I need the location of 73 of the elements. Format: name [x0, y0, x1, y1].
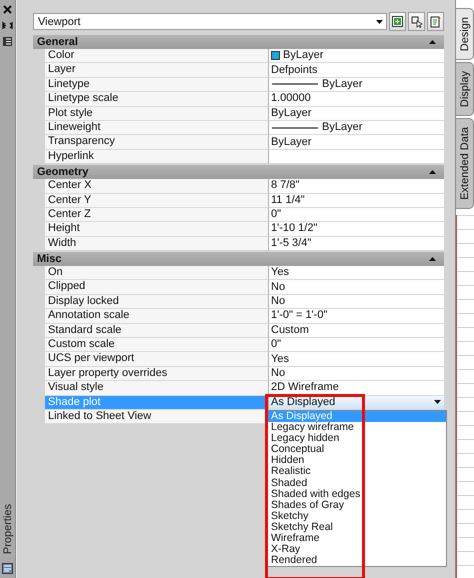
- property-value[interactable]: Custom: [269, 324, 444, 338]
- value-text: 2D Wireframe: [271, 381, 339, 394]
- property-value[interactable]: 1'-0" = 1'-0": [269, 309, 444, 324]
- value-text: Yes: [271, 352, 289, 366]
- property-label[interactable]: Lineweight: [45, 120, 269, 136]
- property-label[interactable]: Layer property overrides: [45, 366, 269, 382]
- property-label[interactable]: Linetype scale: [45, 92, 269, 107]
- value-text: ByLayer: [322, 121, 362, 134]
- side-tab[interactable]: Design: [456, 8, 474, 60]
- value-text: 0": [271, 208, 282, 222]
- value-text: As Displayed: [271, 396, 336, 409]
- property-value[interactable]: 8 7/8": [269, 179, 444, 194]
- property-label[interactable]: Clipped: [45, 280, 269, 295]
- property-value[interactable]: Yes: [269, 352, 444, 367]
- property-value[interactable]: 2D Wireframe: [269, 381, 444, 396]
- property-label[interactable]: Hyperlink: [45, 150, 269, 164]
- property-value[interactable]: Defpoints: [269, 63, 444, 78]
- property-value[interactable]: 1'-5 3/4": [269, 236, 444, 252]
- property-label[interactable]: Center Y: [45, 194, 269, 208]
- value-text: 1.00000: [271, 92, 311, 106]
- property-label[interactable]: Color: [45, 49, 269, 64]
- value-text: No: [271, 367, 286, 380]
- value-text: 1'-0" = 1'-0": [271, 309, 328, 322]
- property-label[interactable]: Height: [45, 222, 269, 237]
- property-value[interactable]: No: [269, 280, 444, 295]
- property-value[interactable]: 0": [269, 338, 444, 352]
- section-header[interactable]: General: [33, 35, 444, 49]
- section-header[interactable]: Geometry: [33, 165, 444, 180]
- value-text: ByLayer: [271, 136, 312, 149]
- property-value[interactable]: ByLayer: [269, 135, 444, 150]
- property-value[interactable]: No: [269, 294, 444, 310]
- value-text: Yes: [271, 266, 289, 280]
- property-label[interactable]: Standard scale: [45, 324, 269, 338]
- property-value[interactable]: 1.00000: [269, 92, 444, 107]
- property-label[interactable]: Visual style: [45, 381, 269, 396]
- property-label[interactable]: Center X: [45, 179, 269, 194]
- property-label[interactable]: Center Z: [45, 208, 269, 222]
- property-label[interactable]: Width: [45, 236, 269, 252]
- property-value[interactable]: 1'-10 1/2": [269, 222, 444, 237]
- property-label[interactable]: Annotation scale: [45, 309, 269, 324]
- value-text: ByLayer: [322, 78, 362, 91]
- value-text: Defpoints: [271, 64, 318, 77]
- property-label[interactable]: Linetype: [45, 78, 269, 92]
- value-text: ByLayer: [283, 49, 324, 62]
- property-label[interactable]: On: [45, 266, 269, 280]
- property-value[interactable]: ByLayer: [269, 49, 444, 64]
- value-text: No: [271, 295, 286, 308]
- value-text: Custom: [271, 324, 309, 337]
- section-header[interactable]: Misc: [33, 252, 444, 266]
- value-text: 0": [271, 338, 282, 352]
- side-tab[interactable]: Extended Data: [456, 118, 474, 210]
- property-value[interactable]: ByLayer: [269, 78, 444, 92]
- property-value[interactable]: Yes: [269, 266, 444, 280]
- value-text: 8 7/8": [271, 179, 300, 192]
- property-value[interactable]: 0": [269, 208, 444, 222]
- object-type-dropdown[interactable]: Viewport: [33, 13, 387, 30]
- property-value[interactable]: 11 1/4": [269, 194, 444, 208]
- value-text: 1'-10 1/2": [271, 222, 318, 236]
- value-text: No: [271, 280, 286, 294]
- property-value[interactable]: ByLayer: [269, 106, 444, 121]
- property-label[interactable]: Layer: [45, 63, 269, 78]
- property-value[interactable]: ByLayer: [269, 120, 444, 136]
- palette-title: Properties: [2, 504, 14, 554]
- property-label[interactable]: UCS per viewport: [45, 352, 269, 367]
- property-value[interactable]: No: [269, 366, 444, 382]
- property-label[interactable]: Display locked: [45, 294, 269, 310]
- side-tab[interactable]: Display: [456, 62, 474, 116]
- value-text: 1'-5 3/4": [271, 236, 312, 250]
- property-label[interactable]: Plot style: [45, 106, 269, 121]
- value-text: 11 1/4": [271, 194, 305, 207]
- property-label[interactable]: Custom scale: [45, 338, 269, 352]
- property-label[interactable]: Transparency: [45, 135, 269, 150]
- value-text: ByLayer: [271, 106, 312, 120]
